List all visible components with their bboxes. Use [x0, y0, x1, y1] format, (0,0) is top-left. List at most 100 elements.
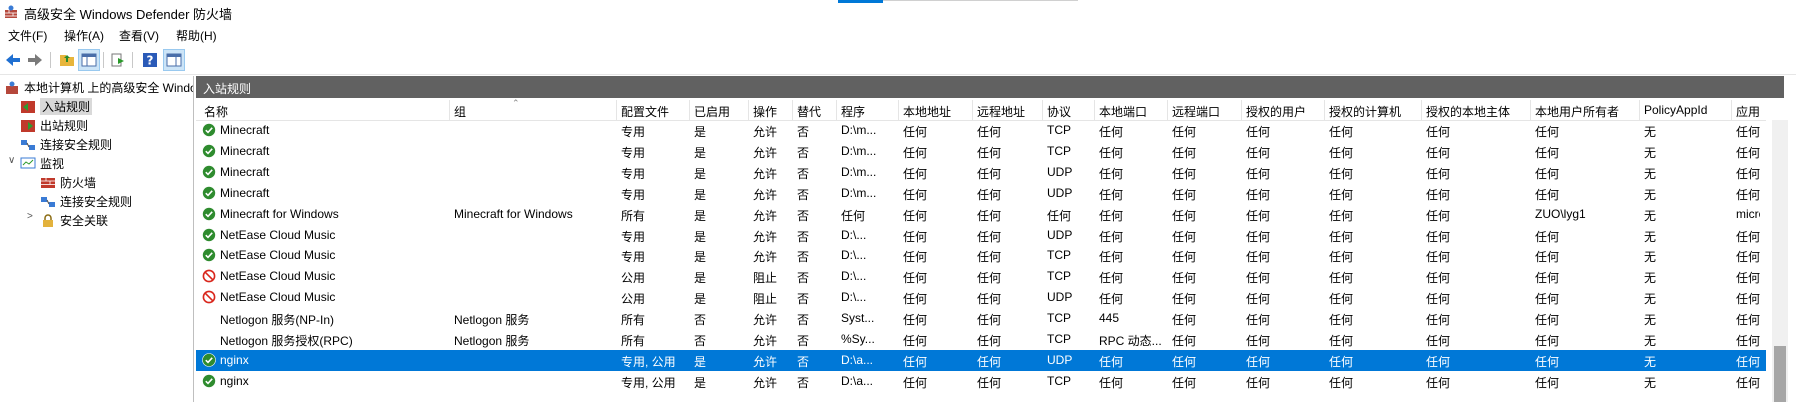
collapse-chevron-icon[interactable]: ∨ [8, 155, 15, 166]
menu-action[interactable]: 操作(A) [64, 27, 104, 44]
cell-policy: 无 [1644, 271, 1657, 285]
cell-laddr: 任何 [903, 355, 928, 369]
col-profile-header[interactable]: 配置文件 [621, 103, 688, 120]
cell-owner: 任何 [1535, 230, 1560, 244]
block-icon [202, 290, 216, 304]
cell-raddr: 任何 [977, 188, 1002, 202]
rule-row[interactable]: NetEase Cloud Music 专用 是 允许 否 D:\... 任何 任何 UDP 任何… [196, 225, 1766, 246]
col-authorized-computers-header[interactable]: 授权的计算机 [1329, 103, 1420, 120]
column-divider[interactable] [1731, 100, 1732, 120]
export-list-button[interactable] [108, 50, 128, 70]
cell-profile: 公用 [621, 292, 646, 306]
focus-indicator-track [883, 0, 1078, 1]
tree-item-monitor-connection-security-rules[interactable]: 连接安全规则 [40, 192, 132, 211]
tree-item-inbound-rules[interactable]: 入站规则 [20, 97, 93, 116]
column-divider[interactable] [1421, 100, 1422, 120]
col-local-user-owner-header[interactable]: 本地用户所有者 [1535, 103, 1638, 120]
cell-proto: 任何 [1047, 209, 1072, 223]
column-divider[interactable] [689, 100, 690, 120]
column-divider[interactable] [1167, 100, 1168, 120]
cell-profile: 专用 [621, 188, 646, 202]
col-authorized-users-header[interactable]: 授权的用户 [1246, 103, 1323, 120]
column-divider[interactable] [792, 100, 793, 120]
expand-chevron-icon[interactable]: > [27, 211, 33, 222]
tree-item-security-associations[interactable]: 安全关联 [40, 211, 108, 230]
rule-row[interactable]: Netlogon 服务授权(RPC) Netlogon 服务 所有 否 允许 否 %Sy..… [196, 329, 1766, 350]
col-group-header[interactable]: 组 [454, 103, 615, 120]
rule-row[interactable]: Netlogon 服务(NP-In) Netlogon 服务 所有 否 允许 否 Syst.… [196, 308, 1766, 329]
cell-profile: 所有 [621, 209, 646, 223]
show-hide-action-pane-button[interactable] [163, 49, 185, 71]
col-action-header[interactable]: 操作 [753, 103, 791, 120]
column-divider[interactable] [1241, 100, 1242, 120]
back-button[interactable] [3, 50, 23, 70]
rule-row[interactable]: Minecraft 专用 是 允许 否 D:\m... 任何 任何 UDP 任何 任何 任何 任何 任何 任… [196, 162, 1766, 183]
column-divider[interactable] [972, 100, 973, 120]
col-name-header[interactable]: 名称 [204, 103, 448, 120]
up-folder-button[interactable] [57, 50, 77, 70]
col-protocol-header[interactable]: 协议 [1047, 103, 1093, 120]
column-divider[interactable] [1324, 100, 1325, 120]
column-divider[interactable] [616, 100, 617, 120]
help-icon: ? [143, 53, 157, 68]
column-divider[interactable] [898, 100, 899, 120]
rule-row[interactable]: Minecraft 专用 是 允许 否 D:\m... 任何 任何 UDP 任何 任何 任何 任何 任何 任… [196, 183, 1766, 204]
column-divider[interactable] [1530, 100, 1531, 120]
column-divider[interactable] [449, 100, 450, 120]
col-remote-port-header[interactable]: 远程端口 [1172, 103, 1240, 120]
col-program-header[interactable]: 程序 [841, 103, 897, 120]
rule-row[interactable]: Minecraft 专用 是 允许 否 D:\m... 任何 任何 TCP 任何 任何 任何 任何 任何 任… [196, 120, 1766, 141]
tree-item-firewall[interactable]: 防火墙 [40, 173, 96, 192]
menu-help[interactable]: 帮助(H) [176, 27, 217, 44]
column-divider[interactable] [1042, 100, 1043, 120]
cell-principals: 任何 [1426, 271, 1451, 285]
forward-arrow-icon [28, 54, 42, 66]
column-divider[interactable] [1639, 100, 1640, 120]
cell-laddr: 任何 [903, 334, 928, 348]
column-divider[interactable] [748, 100, 749, 120]
rule-row[interactable]: NetEase Cloud Music 公用 是 阻止 否 D:\... 任何 任何 UDP 任何… [196, 287, 1766, 308]
rule-row[interactable]: NetEase Cloud Music 专用 是 允许 否 D:\... 任何 任何 TCP 任何… [196, 245, 1766, 266]
scrollbar-thumb[interactable] [1774, 346, 1786, 402]
firewall-app-icon [5, 5, 17, 18]
col-enabled-header[interactable]: 已启用 [694, 103, 747, 120]
cell-override: 否 [797, 146, 810, 160]
rule-row[interactable]: Minecraft 专用 是 允许 否 D:\m... 任何 任何 TCP 任何 任何 任何 任何 任何 任… [196, 141, 1766, 162]
show-hide-console-tree-button[interactable] [78, 49, 100, 71]
rule-row[interactable]: Minecraft for Windows Minecraft for Windo… [196, 204, 1766, 225]
cell-program: Syst... [841, 311, 875, 325]
column-divider[interactable] [1094, 100, 1095, 120]
cell-name: NetEase Cloud Music [220, 248, 336, 262]
menu-view[interactable]: 查看(V) [119, 27, 159, 44]
tree-item-monitor[interactable]: 监视 [20, 154, 64, 173]
cell-override: 否 [797, 313, 810, 327]
col-policy-app-id-header[interactable]: PolicyAppId [1644, 103, 1730, 117]
monitor-icon [20, 156, 36, 172]
cell-override: 否 [797, 230, 810, 244]
window-title: 高级安全 Windows Defender 防火墙 [24, 7, 233, 22]
cell-proto: TCP [1047, 248, 1071, 262]
col-application-package-header[interactable]: 应用程 [1736, 103, 1760, 120]
col-authorized-local-principals-header[interactable]: 授权的本地主体 [1426, 103, 1529, 120]
menu-file[interactable]: 文件(F) [8, 27, 47, 44]
cell-raddr: 任何 [977, 271, 1002, 285]
forward-button[interactable] [25, 50, 45, 70]
col-local-port-header[interactable]: 本地端口 [1099, 103, 1166, 120]
col-override-header[interactable]: 替代 [797, 103, 835, 120]
cell-proto: TCP [1047, 332, 1071, 346]
col-local-address-header[interactable]: 本地地址 [903, 103, 971, 120]
cell-app: 任何 [1736, 376, 1760, 390]
vertical-scrollbar[interactable] [1772, 120, 1788, 402]
cell-owner: 任何 [1535, 250, 1560, 264]
rule-row[interactable]: NetEase Cloud Music 公用 是 阻止 否 D:\... 任何 任何 TCP 任何… [196, 266, 1766, 287]
tree-item-outbound-rules[interactable]: 出站规则 [20, 116, 88, 135]
help-button[interactable]: ? [140, 50, 160, 70]
rule-row[interactable]: nginx 专用, 公用 是 允许 否 D:\a... 任何 任何 UDP 任何 任何 任何 任何 任何 任… [196, 350, 1766, 371]
rule-row[interactable]: nginx 专用, 公用 是 允许 否 D:\a... 任何 任何 TCP 任何 任何 任何 任何 任何 任… [196, 371, 1766, 392]
column-divider[interactable] [836, 100, 837, 120]
cell-users: 任何 [1246, 209, 1271, 223]
cell-enabled: 是 [694, 292, 707, 306]
col-remote-address-header[interactable]: 远程地址 [977, 103, 1041, 120]
tree-item-connection-security-rules[interactable]: 连接安全规则 [20, 135, 112, 154]
tree-root[interactable]: 本地计算机 上的高级安全 Windo [4, 78, 193, 97]
